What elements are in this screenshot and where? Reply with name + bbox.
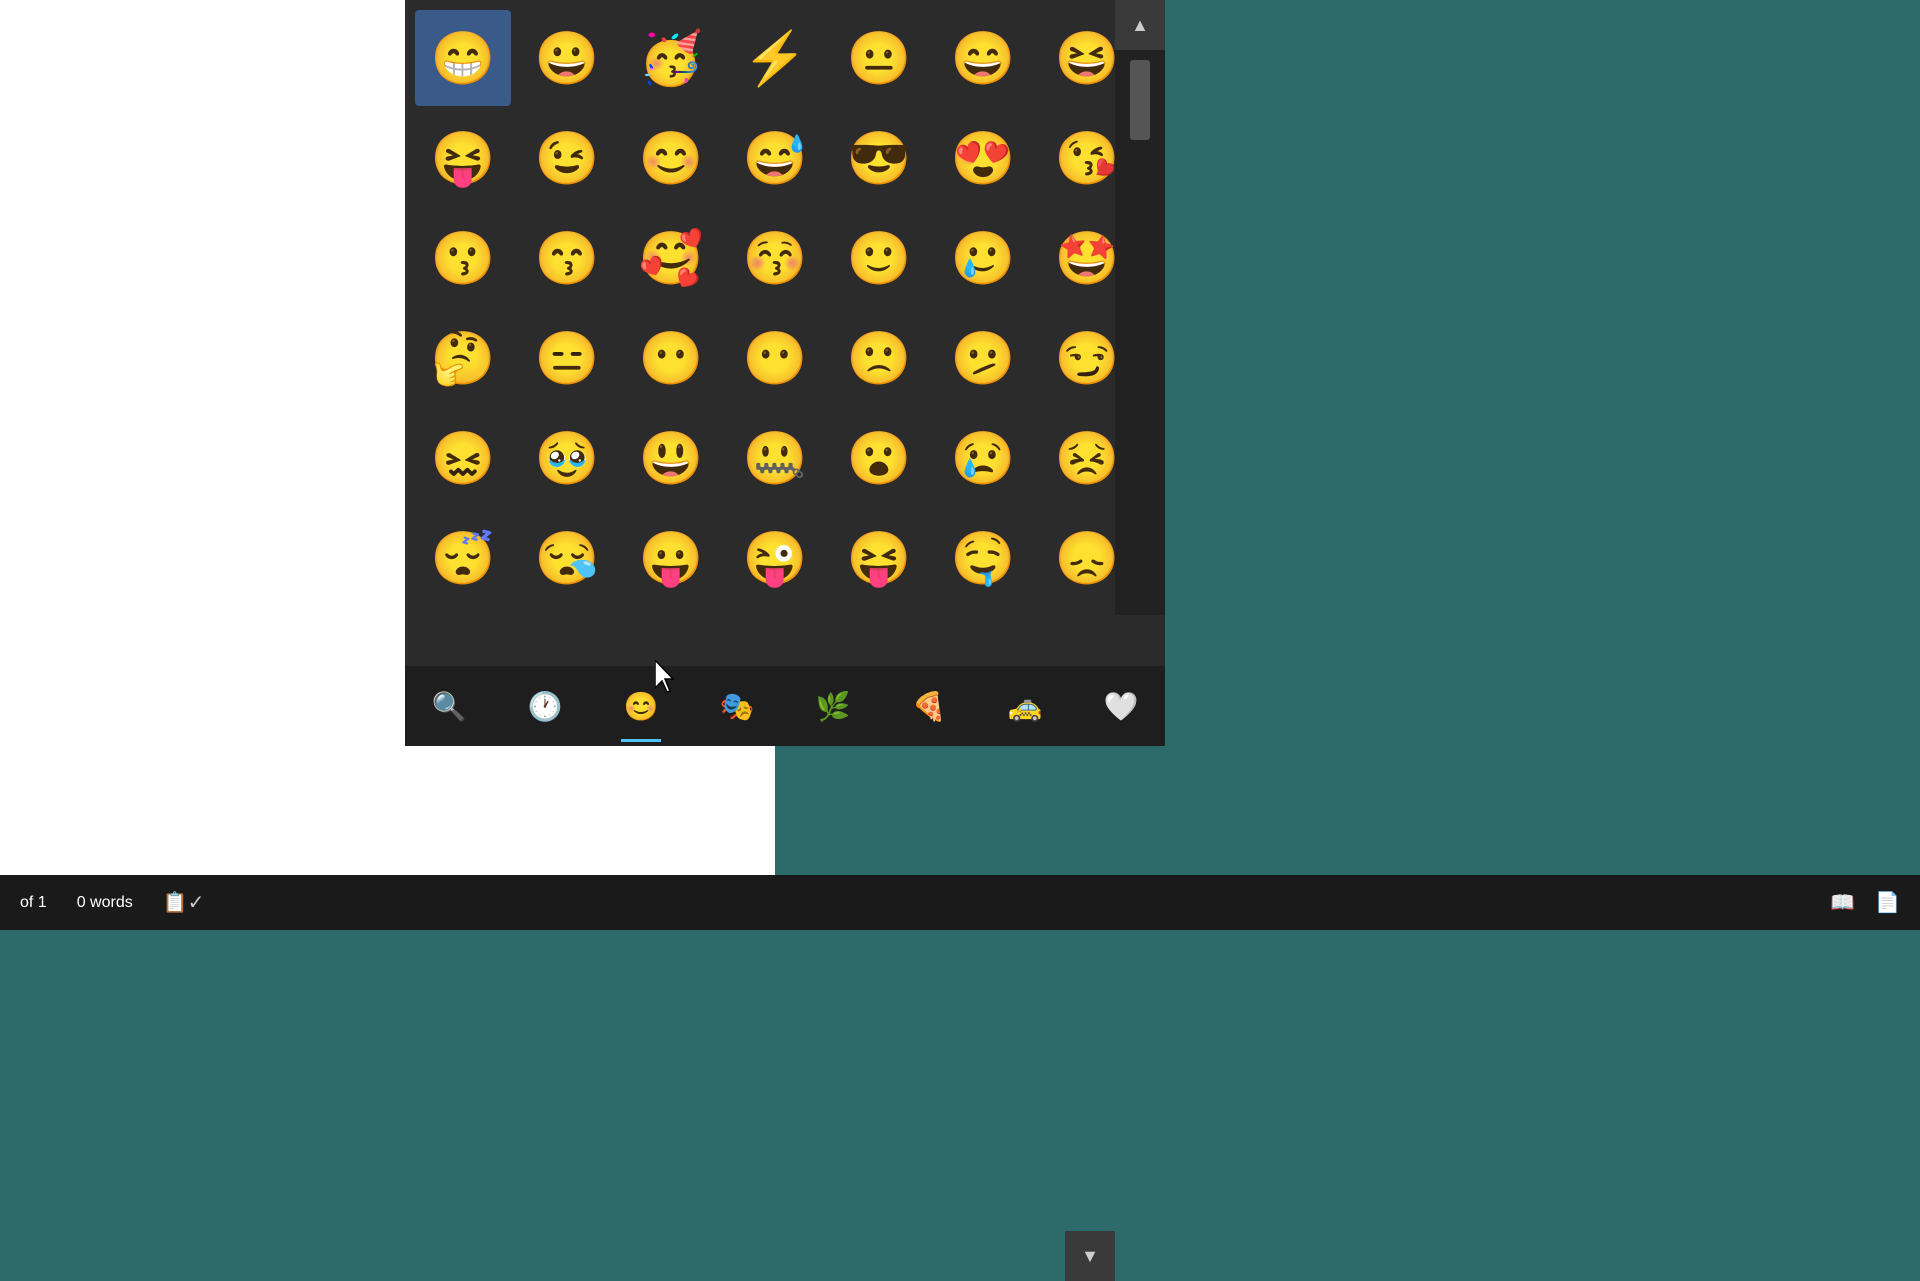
emoji-cell[interactable]: 😚 [727,210,823,306]
emoji-cell[interactable]: 😶 [727,310,823,406]
recent-category-button[interactable]: 🕐 [517,678,573,734]
single-page-icon[interactable]: 📄 [1875,890,1900,915]
book-view-icon[interactable]: 📖 [1830,890,1855,915]
emoji-cell[interactable]: 🤔 [415,310,511,406]
emoji-cell[interactable]: 😍 [935,110,1031,206]
emoji-cell[interactable]: 😅 [727,110,823,206]
status-bar-right: 📖 📄 [1830,890,1900,915]
emoji-cell[interactable]: 😮 [831,410,927,506]
objects-icon: 🤍 [1104,690,1139,723]
objects-category-button[interactable]: 🤍 [1093,678,1149,734]
travel-category-button[interactable]: 🚕 [997,678,1053,734]
emoji-cell[interactable]: 😐 [831,10,927,106]
emoji-cell[interactable]: 🥹 [519,410,615,506]
emoji-cell[interactable]: 😙 [519,210,615,306]
emoji-cell[interactable]: 😊 [623,110,719,206]
people-category-button[interactable]: 🎭 [709,678,765,734]
category-bar: 🔍 🕐 😊 🎭 🌿 🍕 🚕 🤍 [405,666,1165,746]
emoji-cell[interactable]: 😁 [415,10,511,106]
emoji-cell[interactable]: 🤐 [727,410,823,506]
emoji-cell[interactable]: 😎 [831,110,927,206]
emoji-grid: 😁 😀 🥳 ⚡ 😐 😄 😆 😝 😉 😊 😅 😎 😍 😘 😗 😙 🥰 😚 🙂 🥲 … [405,0,1115,616]
emoji-cell[interactable]: 😜 [727,510,823,606]
emoji-cell[interactable]: ⚡ [727,10,823,106]
scrollbar-thumb[interactable] [1130,60,1150,140]
emoji-cell[interactable]: 🫤 [935,310,1031,406]
document-check-icon[interactable]: 📋✓ [163,890,205,915]
food-icon: 🍕 [912,690,947,723]
scroll-down-button[interactable]: ▼ [1065,1231,1115,1281]
people-icon: 🎭 [720,690,755,723]
search-category-button[interactable]: 🔍 [421,678,477,734]
emoji-cell[interactable]: 😝 [831,510,927,606]
emoji-cell[interactable]: 🥰 [623,210,719,306]
emoji-cell[interactable]: 😖 [415,410,511,506]
emoji-cell[interactable]: 😪 [519,510,615,606]
emoji-picker: ▲ 😁 😀 🥳 ⚡ 😐 😄 😆 😝 😉 😊 😅 😎 😍 😘 😗 😙 🥰 😚 🙂 … [405,0,1165,746]
clock-icon: 🕐 [528,690,563,723]
emoji-cell[interactable]: 😴 [415,510,511,606]
emoji-cell[interactable]: 😗 [415,210,511,306]
emoji-cell[interactable]: 😀 [519,10,615,106]
nature-icon: 🌿 [816,690,851,723]
emoji-cell[interactable]: 🙂 [831,210,927,306]
smiley-icon: 😊 [624,690,659,723]
emoji-cell[interactable]: 😶 [623,310,719,406]
emoji-cell[interactable]: 🤤 [935,510,1031,606]
emoji-cell[interactable]: 😉 [519,110,615,206]
scrollbar-track[interactable] [1115,50,1165,615]
page-info: of 1 [20,894,47,912]
emoji-cell[interactable]: 😄 [935,10,1031,106]
emoji-cell[interactable]: 😛 [623,510,719,606]
emoji-cell[interactable]: 😢 [935,410,1031,506]
emoji-cell[interactable]: 😑 [519,310,615,406]
nature-category-button[interactable]: 🌿 [805,678,861,734]
food-category-button[interactable]: 🍕 [901,678,957,734]
emoji-cell[interactable]: 🙁 [831,310,927,406]
emoji-cell[interactable]: 😃 [623,410,719,506]
travel-icon: 🚕 [1008,690,1043,723]
search-icon: 🔍 [432,690,467,723]
status-bar: of 1 0 words 📋✓ 📖 📄 [0,875,1920,930]
word-count: 0 words [77,894,133,912]
emoji-cell[interactable]: 😝 [415,110,511,206]
smiley-category-button[interactable]: 😊 [613,678,669,734]
emoji-cell[interactable]: 🥲 [935,210,1031,306]
emoji-cell[interactable]: 🥳 [623,10,719,106]
scroll-up-button[interactable]: ▲ [1115,0,1165,50]
